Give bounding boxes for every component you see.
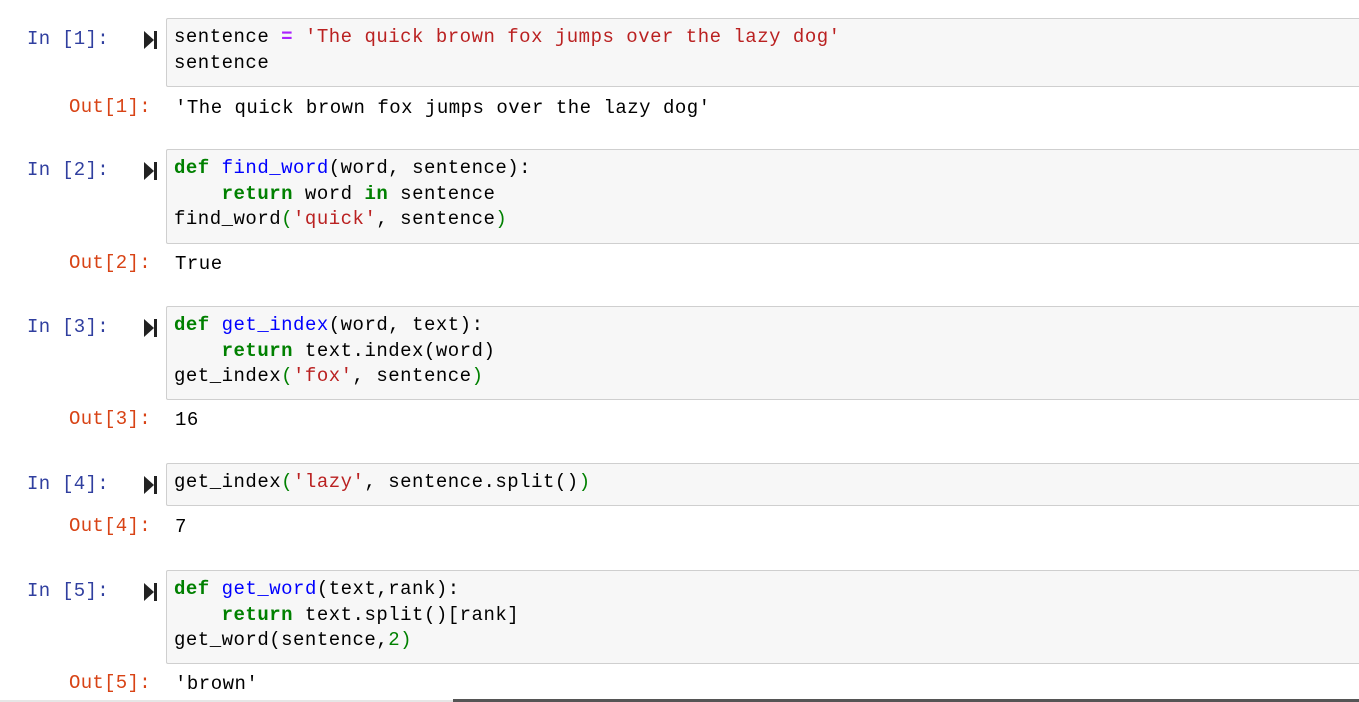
code-token: ( — [281, 471, 294, 493]
code-line: return word in sentence — [174, 182, 1359, 208]
code-token: def — [174, 578, 210, 600]
code-token: def — [174, 314, 210, 336]
code-line: def find_word(word, sentence): — [174, 156, 1359, 182]
code-line: get_index('fox', sentence) — [174, 364, 1359, 390]
code-token: return — [221, 182, 294, 205]
code-token: 2 — [388, 629, 401, 651]
code-token: text.index(word) — [293, 339, 496, 362]
code-token: , sentence.split() — [364, 471, 579, 493]
code-token: get_index — [174, 471, 282, 493]
code-editor[interactable]: sentence = 'The quick brown fox jumps ov… — [166, 18, 1359, 87]
run-cell-icon[interactable] — [144, 475, 158, 495]
code-token: (sentence, — [269, 629, 389, 651]
code-editor[interactable]: def find_word(word, sentence): return wo… — [166, 149, 1359, 244]
code-token: find_word — [174, 208, 282, 230]
code-editor[interactable]: def get_word(text,rank): return text.spl… — [166, 570, 1359, 664]
code-token: (text,rank): — [316, 578, 460, 600]
run-cell-icon[interactable] — [144, 30, 158, 50]
code-line: return text.index(word) — [174, 339, 1359, 365]
code-token: 'quick' — [293, 208, 377, 230]
code-editor[interactable]: def get_index(word, text): return text.i… — [166, 306, 1359, 400]
output-value: 7 — [175, 516, 187, 538]
code-line: def get_index(word, text): — [174, 313, 1359, 339]
code-token: ) — [471, 365, 484, 387]
output-prompt: Out[2]: — [69, 252, 151, 274]
code-token: ) — [400, 629, 413, 651]
code-line: sentence — [174, 51, 1359, 77]
code-token: 'fox' — [293, 365, 353, 387]
code-token: sentence — [174, 26, 282, 48]
code-token: def — [174, 157, 210, 179]
input-prompt: In [3]: — [27, 316, 109, 338]
code-token: get_index — [174, 365, 282, 387]
code-line: sentence = 'The quick brown fox jumps ov… — [174, 25, 1359, 51]
output-value: 'The quick brown fox jumps over the lazy… — [175, 97, 711, 119]
output-prompt: Out[5]: — [69, 672, 151, 694]
code-line: get_index('lazy', sentence.split()) — [174, 470, 1359, 496]
code-token: find_word — [221, 157, 329, 179]
code-token: in — [364, 182, 389, 205]
code-line: find_word('quick', sentence) — [174, 207, 1359, 233]
code-token: ( — [281, 208, 294, 230]
code-token: 'The quick brown fox jumps over the lazy… — [304, 26, 841, 48]
input-prompt: In [1]: — [27, 28, 109, 50]
code-token: ) — [495, 208, 508, 230]
input-prompt: In [2]: — [27, 159, 109, 181]
run-cell-icon[interactable] — [144, 161, 158, 181]
code-token: return — [221, 339, 294, 362]
code-token: (word, text): — [328, 314, 484, 336]
code-token: get_word — [174, 629, 270, 651]
code-token: 'lazy' — [293, 471, 365, 493]
output-prompt: Out[1]: — [69, 96, 151, 118]
code-token: ( — [281, 365, 294, 387]
code-line: return text.split()[rank] — [174, 603, 1359, 629]
output-value: 'brown' — [175, 673, 259, 695]
output-value: True — [175, 253, 223, 275]
code-token: get_index — [221, 314, 329, 336]
code-line: get_word(sentence,2) — [174, 628, 1359, 654]
output-prompt: Out[4]: — [69, 515, 151, 537]
code-token: , sentence — [376, 208, 496, 230]
code-token: sentence — [174, 51, 270, 74]
code-token: ) — [578, 471, 591, 493]
input-prompt: In [5]: — [27, 580, 109, 602]
code-token: sentence — [388, 182, 496, 205]
code-token: , sentence — [352, 365, 472, 387]
run-cell-icon[interactable] — [144, 582, 158, 602]
code-token: text.split()[rank] — [293, 603, 520, 626]
input-prompt: In [4]: — [27, 473, 109, 495]
code-token: return — [221, 603, 294, 626]
code-editor[interactable]: get_index('lazy', sentence.split()) — [166, 463, 1359, 506]
run-cell-icon[interactable] — [144, 318, 158, 338]
output-prompt: Out[3]: — [69, 408, 151, 430]
code-line: def get_word(text,rank): — [174, 577, 1359, 603]
code-token: word — [293, 182, 365, 205]
code-token: get_word — [221, 578, 317, 600]
code-token: (word, sentence): — [328, 157, 532, 179]
code-token: = — [281, 26, 294, 48]
output-value: 16 — [175, 409, 199, 431]
